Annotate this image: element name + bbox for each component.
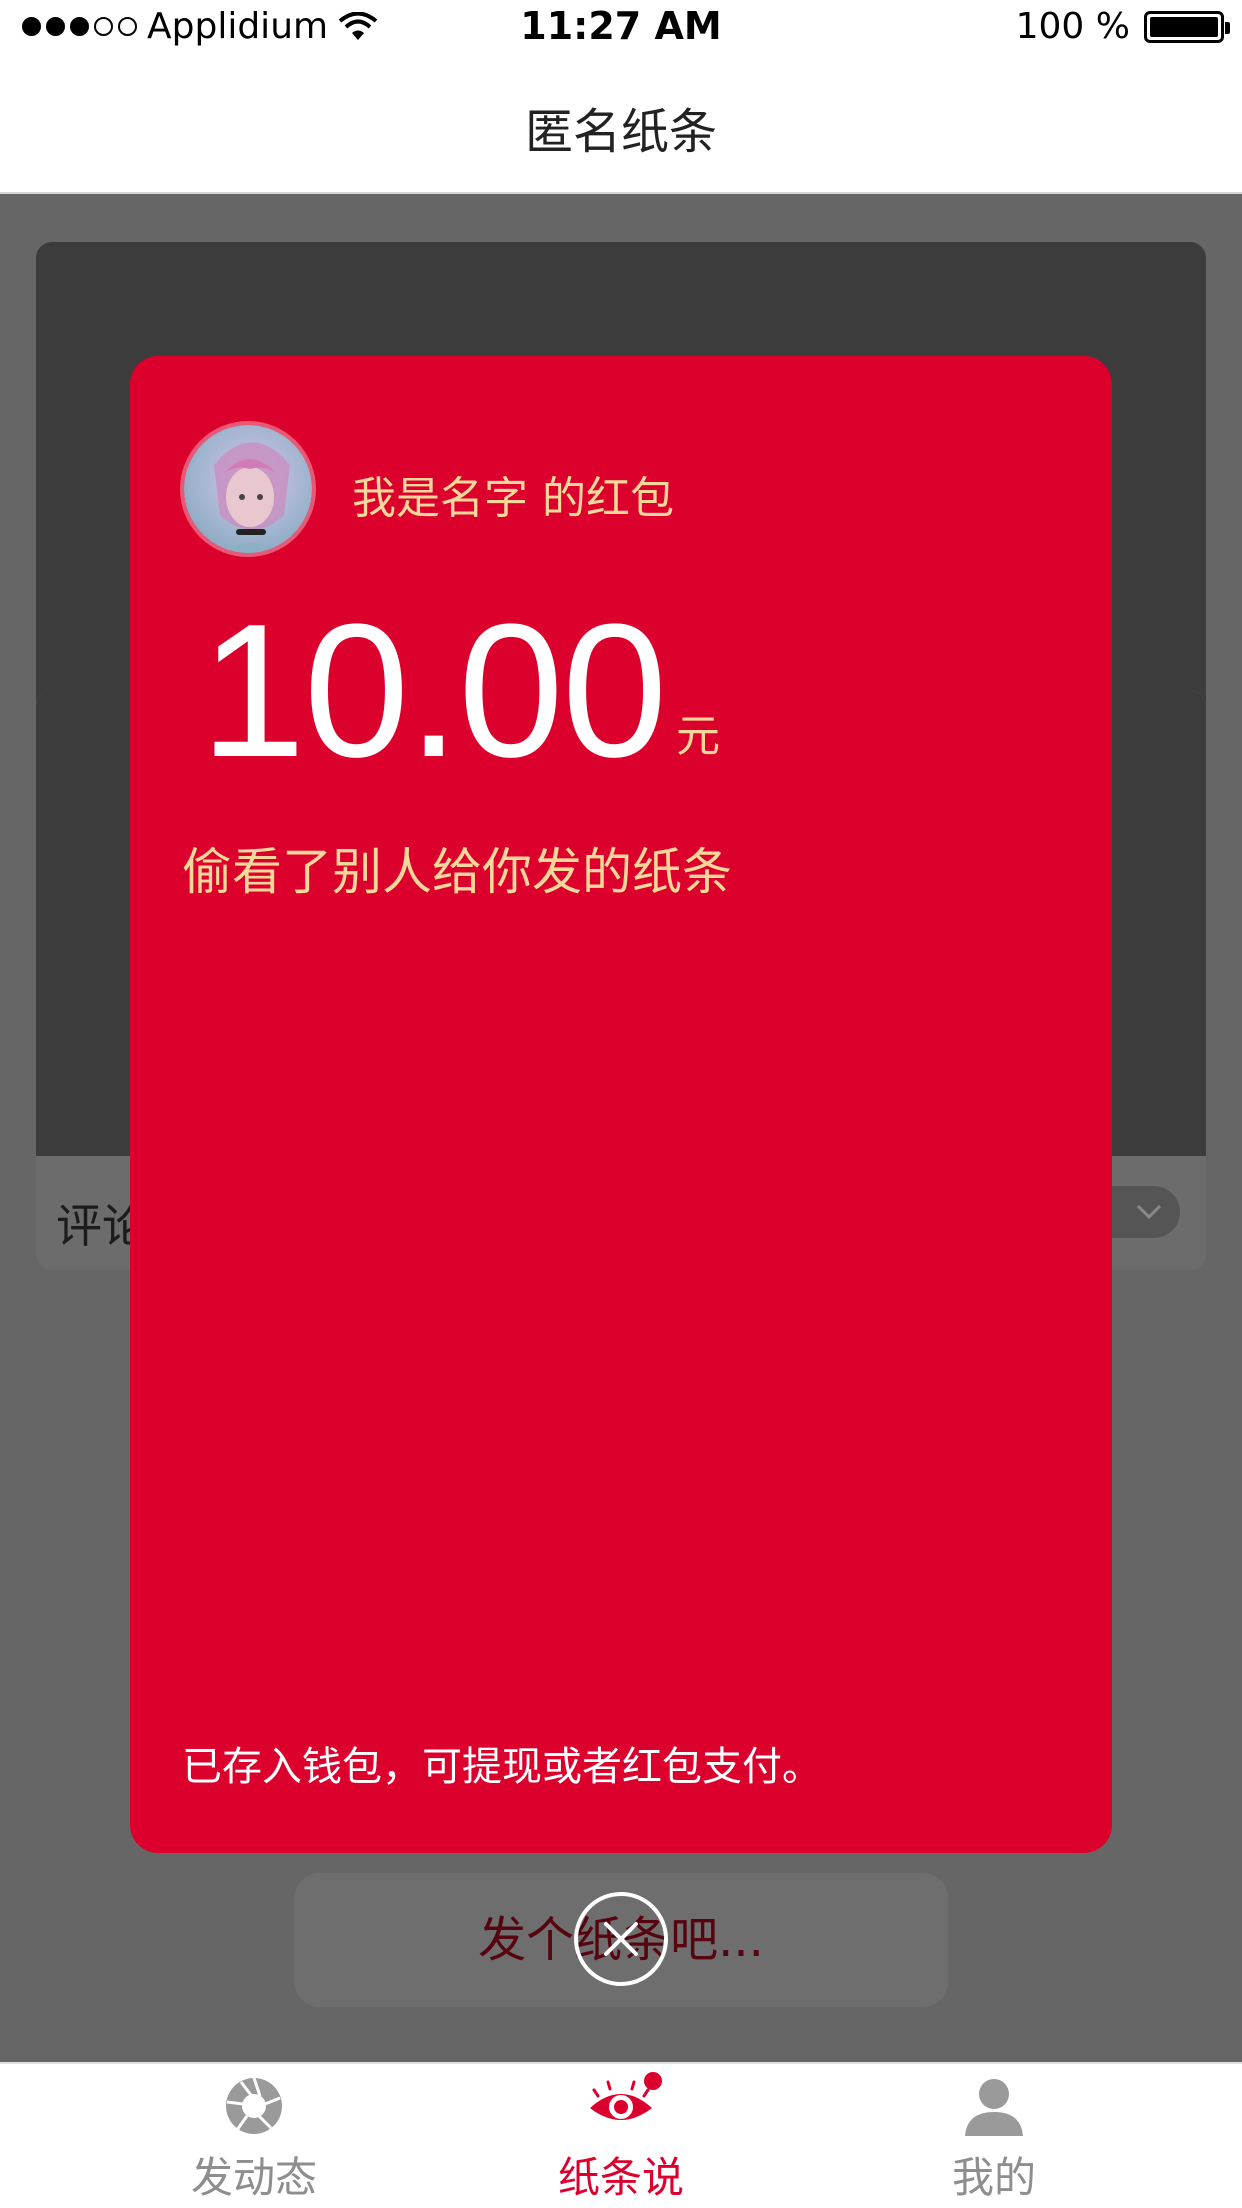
tab-bar: 发动态 纸条说 我的	[0, 2062, 1242, 2208]
person-icon	[959, 2074, 1029, 2138]
tab-label: 纸条说	[557, 2153, 684, 2202]
avatar-icon	[180, 421, 316, 557]
tab-label: 发动态	[190, 2153, 317, 2202]
close-button[interactable]	[574, 1892, 668, 1986]
aperture-icon	[219, 2074, 289, 2138]
amount-value: 10.00	[200, 585, 667, 797]
page-title: 匿名纸条	[524, 104, 717, 160]
tab-post[interactable]: 发动态	[104, 2074, 404, 2205]
nav-bar: 匿名纸条	[0, 54, 1242, 194]
chevron-down-icon	[1136, 1204, 1162, 1220]
tab-profile[interactable]: 我的	[844, 2074, 1144, 2205]
battery-fill	[1150, 16, 1218, 37]
tab-notes[interactable]: 纸条说	[471, 2072, 771, 2205]
notification-badge	[644, 2072, 662, 2090]
red-packet-modal: 我是名字 的红包 10.00 元 偷看了别人给你发的纸条 已存入钱包，可提现或者…	[130, 356, 1112, 1853]
eye-icon	[586, 2072, 662, 2138]
sender-label: 我是名字 的红包	[352, 473, 674, 524]
currency-unit: 元	[676, 711, 720, 762]
status-bar: Applidium 11:27 AM 100 %	[0, 0, 1242, 54]
battery-icon	[1144, 10, 1230, 43]
red-packet-message: 偷看了别人给你发的纸条	[182, 843, 732, 901]
wallet-footnote: 已存入钱包，可提现或者红包支付。	[182, 1744, 822, 1790]
status-right: 100 %	[1015, 6, 1230, 47]
close-icon	[604, 1922, 638, 1956]
tab-label: 我的	[951, 2153, 1036, 2202]
battery-percent: 100 %	[1015, 6, 1130, 47]
